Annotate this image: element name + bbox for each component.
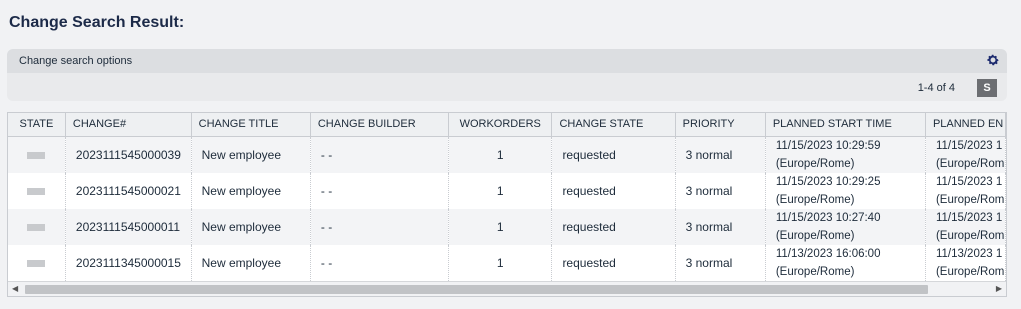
scrollbar-thumb[interactable] [25,285,928,294]
end-time-value: 11/15/2023 1 [935,175,1003,188]
planned-end-time: 11/15/2023 1 (Europe/Rom [925,208,1006,245]
scroll-right-arrow-icon[interactable]: ▶ [996,284,1002,293]
horizontal-scrollbar[interactable]: ◀ ▶ [8,281,1006,296]
workorders-count: 1 [448,208,553,245]
priority: 3 normal [675,136,766,173]
change-state: requested [551,208,676,245]
state-swatch [27,223,46,231]
end-timezone: (Europe/Rom [935,193,1005,206]
column-header-change-state[interactable]: CHANGE STATE [551,113,676,137]
table-row[interactable]: 2023111545000039 New employee - - 1 requ… [8,136,1006,173]
start-timezone: (Europe/Rome) [775,193,855,206]
pager-range: 1-4 of 4 [917,82,955,94]
planned-start-time: 11/15/2023 10:27:40 (Europe/Rome) [765,208,926,245]
planned-end-time: 11/13/2023 1 (Europe/Rom [925,244,1006,281]
table-header: STATE CHANGE# CHANGE TITLE CHANGE BUILDE… [8,113,1006,137]
priority: 3 normal [675,172,766,209]
change-number[interactable]: 2023111545000011 [65,208,192,245]
state-swatch [27,151,46,159]
table-row[interactable]: 2023111545000021 New employee - - 1 requ… [8,172,1006,209]
state-swatch [27,187,46,195]
start-time-value: 11/13/2023 16:06:00 [775,247,881,260]
change-builder: - - [310,208,450,245]
change-state: requested [551,172,676,209]
change-state: requested [551,136,676,173]
pager-bar: 1-4 of 4 S [7,73,1007,101]
column-header-workorders[interactable]: WORKORDERS [448,113,553,137]
results-table: STATE CHANGE# CHANGE TITLE CHANGE BUILDE… [7,112,1007,297]
workorders-count: 1 [448,244,553,281]
start-timezone: (Europe/Rome) [775,229,855,242]
state-indicator [8,172,66,209]
planned-start-time: 11/15/2023 10:29:25 (Europe/Rome) [765,172,926,209]
end-timezone: (Europe/Rom [935,229,1005,242]
priority: 3 normal [675,244,766,281]
column-header-change-title[interactable]: CHANGE TITLE [191,113,311,137]
state-swatch [27,259,46,267]
state-indicator [8,208,66,245]
column-header-change-number[interactable]: CHANGE# [65,113,192,137]
change-builder: - - [310,136,450,173]
change-title: New employee [191,172,311,209]
start-timezone: (Europe/Rome) [775,157,855,170]
page-title: Change Search Result: [9,14,185,31]
planned-end-time: 11/15/2023 1 (Europe/Rom [925,172,1006,209]
gear-icon[interactable] [986,53,1000,67]
table-row[interactable]: 2023111345000015 New employee - - 1 requ… [8,244,1006,281]
change-state: requested [551,244,676,281]
end-timezone: (Europe/Rom [935,157,1005,170]
start-time-value: 11/15/2023 10:27:40 [775,211,881,224]
change-title: New employee [191,136,311,173]
planned-start-time: 11/13/2023 16:06:00 (Europe/Rome) [765,244,926,281]
start-time-value: 11/15/2023 10:29:25 [775,175,881,188]
state-indicator [8,244,66,281]
priority: 3 normal [675,208,766,245]
end-time-value: 11/15/2023 1 [935,139,1003,152]
workorders-count: 1 [448,136,553,173]
column-header-priority[interactable]: PRIORITY [675,113,766,137]
search-options-label: Change search options [19,55,133,67]
change-number[interactable]: 2023111545000039 [65,136,192,173]
change-number[interactable]: 2023111345000015 [65,244,192,281]
change-title: New employee [191,244,311,281]
end-time-value: 11/13/2023 1 [935,247,1003,260]
change-builder: - - [310,244,450,281]
column-header-state[interactable]: STATE [8,113,66,137]
start-timezone: (Europe/Rome) [775,265,855,278]
workorders-count: 1 [448,172,553,209]
column-header-change-builder[interactable]: CHANGE BUILDER [310,113,450,137]
search-options-toggle[interactable]: Change search options [7,49,1007,73]
column-header-planned-end-time[interactable]: PLANNED EN [925,113,1006,137]
state-indicator [8,136,66,173]
change-number[interactable]: 2023111545000021 [65,172,192,209]
table-row[interactable]: 2023111545000011 New employee - - 1 requ… [8,208,1006,245]
change-builder: - - [310,172,450,209]
scroll-left-arrow-icon[interactable]: ◀ [12,284,18,293]
planned-start-time: 11/15/2023 10:29:59 (Europe/Rome) [765,136,926,173]
end-timezone: (Europe/Rom [935,265,1005,278]
planned-end-time: 11/15/2023 1 (Europe/Rom [925,136,1006,173]
end-time-value: 11/15/2023 1 [935,211,1003,224]
column-header-planned-start-time[interactable]: PLANNED START TIME [765,113,926,137]
change-title: New employee [191,208,311,245]
s-button[interactable]: S [977,79,997,97]
start-time-value: 11/15/2023 10:29:59 [775,139,881,152]
